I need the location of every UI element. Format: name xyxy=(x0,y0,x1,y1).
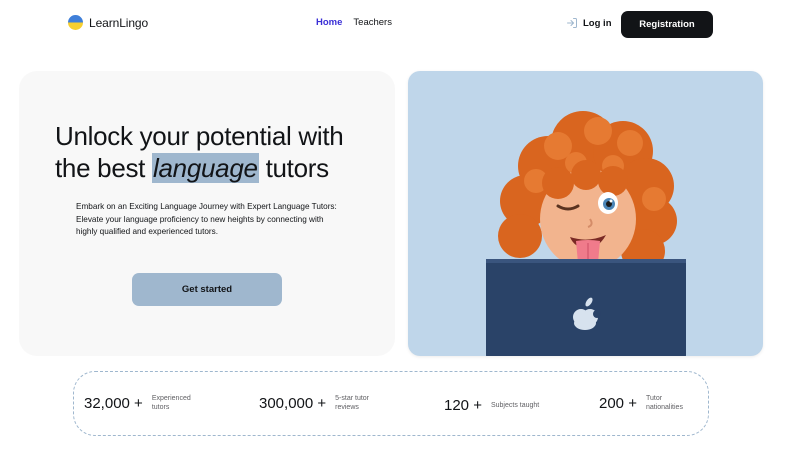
memoji-girl-with-laptop xyxy=(486,111,686,356)
log-in-icon xyxy=(567,18,577,28)
stat-value: 120 + xyxy=(444,397,482,414)
get-started-button[interactable]: Get started xyxy=(132,273,282,306)
stats-bar: 32,000 + Experienced tutors 300,000 + 5-… xyxy=(73,371,709,436)
stat-tutors: 32,000 + Experienced tutors xyxy=(84,394,202,412)
logo[interactable]: LearnLingo xyxy=(68,15,148,30)
hero-text-card: Unlock your potential with the best lang… xyxy=(19,71,395,356)
login-label: Log in xyxy=(583,17,612,29)
stat-label: Experienced tutors xyxy=(151,395,191,411)
hero-title-highlight: language xyxy=(152,153,259,183)
brand-name: LearnLingo xyxy=(89,15,149,30)
stat-value: 300,000 + xyxy=(259,394,327,412)
hero-title-end: tutors xyxy=(258,153,330,183)
registration-button[interactable]: Registration xyxy=(621,11,713,38)
stat-reviews: 300,000 + 5-star tutor reviews xyxy=(259,394,383,412)
hero-image-card xyxy=(408,71,763,356)
stat-label: Subjects taught xyxy=(490,402,540,409)
stat-subjects: 120 + Subjects taught xyxy=(444,397,539,414)
main-nav: Home Teachers xyxy=(316,17,392,28)
stat-label: Tutor nationalities xyxy=(645,395,683,411)
nav-teachers-link[interactable]: Teachers xyxy=(353,17,392,28)
stat-value: 200 + xyxy=(599,394,637,412)
ukraine-flag-circle-icon xyxy=(68,15,83,30)
login-button[interactable]: Log in xyxy=(566,17,612,29)
hero-description: Embark on an Exciting Language Journey w… xyxy=(76,202,337,236)
nav-home-link[interactable]: Home xyxy=(316,17,342,28)
stat-label: 5-star tutor reviews xyxy=(335,395,370,411)
stat-value: 32,000 + xyxy=(84,394,143,412)
site-header: LearnLingo Home Teachers Log in Registra… xyxy=(0,0,800,48)
hero-title: Unlock your potential with the best lang… xyxy=(55,120,385,184)
stat-nationalities: 200 + Tutor nationalities xyxy=(599,394,692,412)
